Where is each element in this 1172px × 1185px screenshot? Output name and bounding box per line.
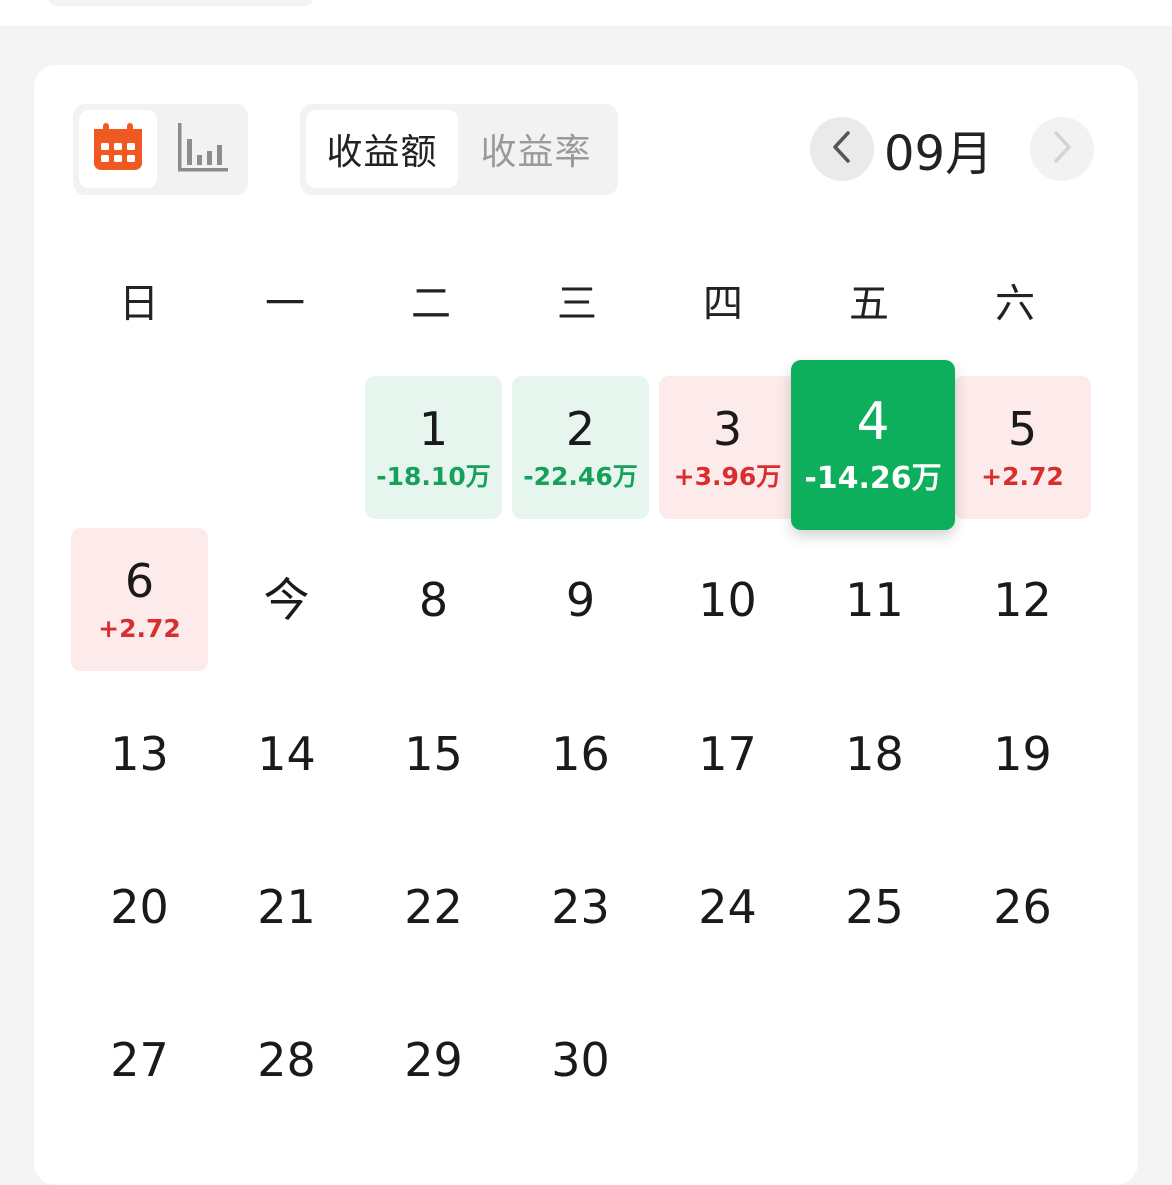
- top-strip-pill: [48, 0, 314, 6]
- day-number: 20: [110, 879, 169, 934]
- top-strip: [0, 0, 1172, 26]
- weekday-wed: 三: [557, 281, 597, 327]
- day-cell[interactable]: 27: [71, 988, 208, 1131]
- day-number: 26: [993, 879, 1052, 934]
- day-number: 1: [418, 402, 449, 456]
- day-cell[interactable]: 6 +2.72: [71, 528, 208, 671]
- day-number: 27: [110, 1032, 169, 1087]
- day-number: 22: [404, 879, 463, 934]
- day-number: 今: [263, 572, 310, 627]
- day-number: 25: [845, 879, 904, 934]
- day-cell[interactable]: 2 -22.46万: [512, 376, 649, 519]
- day-cell[interactable]: 10: [659, 528, 796, 671]
- day-number: 29: [404, 1032, 463, 1087]
- day-cell[interactable]: 23: [512, 835, 649, 978]
- day-cell[interactable]: 5 +2.72: [954, 376, 1091, 519]
- day-number: 24: [698, 879, 757, 934]
- day-number: 13: [110, 726, 169, 781]
- day-cell[interactable]: 25: [806, 835, 943, 978]
- day-number: 11: [845, 572, 904, 627]
- day-number: 30: [551, 1032, 610, 1087]
- view-switch: [73, 104, 248, 195]
- bar-chart-icon: [175, 121, 229, 177]
- chevron-right-icon: [1050, 130, 1074, 168]
- metric-toggle: 收益额 收益率: [300, 104, 618, 195]
- calendar-icon: [92, 122, 144, 176]
- day-cell[interactable]: 20: [71, 835, 208, 978]
- day-value: +2.72: [981, 462, 1064, 491]
- day-value: -14.26万: [804, 461, 942, 496]
- day-cell[interactable]: 30: [512, 988, 649, 1131]
- day-cell[interactable]: 19: [954, 682, 1091, 825]
- day-number: 15: [404, 726, 463, 781]
- day-number: 3: [712, 402, 743, 456]
- day-cell[interactable]: 9: [512, 528, 649, 671]
- day-number: 4: [856, 392, 890, 452]
- day-cell[interactable]: 24: [659, 835, 796, 978]
- prev-month-button[interactable]: [810, 117, 874, 181]
- day-number: 8: [418, 572, 449, 627]
- chevron-left-icon: [830, 130, 854, 168]
- day-cell[interactable]: 3 +3.96万: [659, 376, 796, 519]
- day-number: 23: [551, 879, 610, 934]
- weekday-fri: 五: [849, 281, 889, 327]
- day-cell[interactable]: 15: [365, 682, 502, 825]
- day-number: 17: [698, 726, 757, 781]
- day-cell[interactable]: 21: [218, 835, 355, 978]
- day-value: +3.96万: [673, 462, 782, 491]
- day-cell[interactable]: 17: [659, 682, 796, 825]
- day-value: +2.72: [98, 614, 181, 643]
- day-number: 2: [565, 402, 596, 456]
- day-cell[interactable]: 29: [365, 988, 502, 1131]
- day-number: 21: [257, 879, 316, 934]
- day-cell[interactable]: 28: [218, 988, 355, 1131]
- day-value: -22.46万: [523, 462, 638, 491]
- day-number: 18: [845, 726, 904, 781]
- day-number: 6: [124, 554, 155, 608]
- day-number: 10: [698, 572, 757, 627]
- weekday-tue: 二: [411, 281, 451, 327]
- day-cell[interactable]: 18: [806, 682, 943, 825]
- day-cell[interactable]: 26: [954, 835, 1091, 978]
- weekday-sun: 日: [119, 281, 159, 327]
- day-cell-selected[interactable]: 4 -14.26万: [791, 360, 955, 530]
- next-month-button[interactable]: [1030, 117, 1094, 181]
- calendar-card: 收益额 收益率 09月 日 一 二 三 四 五 六 1 -18.10万 2 -2…: [34, 65, 1138, 1185]
- day-number: 16: [551, 726, 610, 781]
- profit-rate-tab[interactable]: 收益率: [460, 110, 612, 188]
- weekday-mon: 一: [265, 281, 305, 327]
- day-cell[interactable]: 1 -18.10万: [365, 376, 502, 519]
- day-number: 28: [257, 1032, 316, 1087]
- day-cell[interactable]: 22: [365, 835, 502, 978]
- calendar-view-button[interactable]: [79, 110, 157, 188]
- day-number: 9: [565, 572, 596, 627]
- day-number: 12: [993, 572, 1052, 627]
- day-number: 19: [993, 726, 1052, 781]
- day-cell[interactable]: 8: [365, 528, 502, 671]
- day-value: -18.10万: [376, 462, 491, 491]
- day-cell[interactable]: 11: [806, 528, 943, 671]
- chart-view-button[interactable]: [163, 110, 241, 188]
- weekday-thu: 四: [703, 281, 743, 327]
- day-cell[interactable]: 12: [954, 528, 1091, 671]
- day-cell-today[interactable]: 今: [218, 528, 355, 671]
- month-label: 09月: [884, 126, 994, 182]
- day-number: 5: [1007, 402, 1038, 456]
- day-cell[interactable]: 13: [71, 682, 208, 825]
- day-cell[interactable]: 16: [512, 682, 649, 825]
- day-cell[interactable]: 14: [218, 682, 355, 825]
- profit-amount-tab[interactable]: 收益额: [306, 110, 458, 188]
- day-number: 14: [257, 726, 316, 781]
- weekday-sat: 六: [995, 281, 1035, 327]
